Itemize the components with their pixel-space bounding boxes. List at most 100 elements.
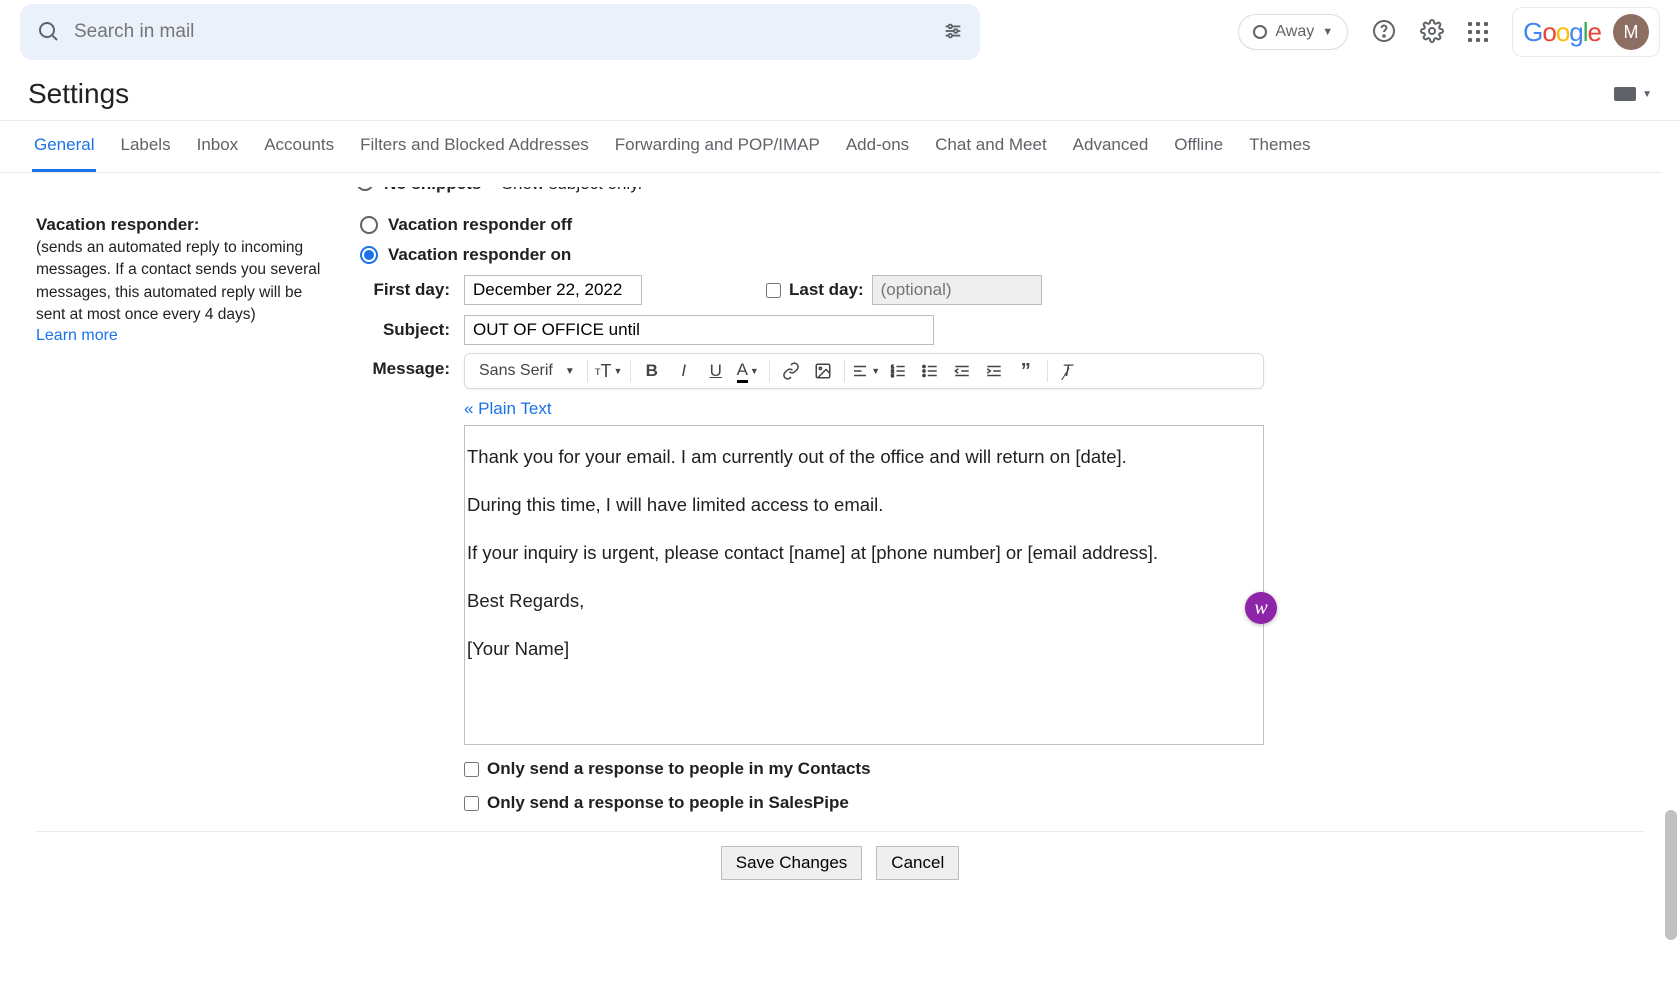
plain-text-toggle[interactable]: « Plain Text (464, 399, 1264, 419)
message-editor[interactable]: Thank you for your email. I am currently… (464, 425, 1264, 745)
contacts-only-checkbox[interactable] (464, 762, 479, 777)
snippets-label: No snippets (384, 187, 481, 194)
chevron-down-icon: ▼ (1322, 26, 1333, 38)
editor-line: [Your Name] (467, 636, 1257, 662)
status-label: Away (1275, 23, 1314, 41)
search-row (20, 4, 1222, 60)
subject-label: Subject: (360, 320, 450, 340)
last-day-label: Last day: (789, 280, 864, 300)
tab-labels[interactable]: Labels (118, 121, 172, 172)
support-icon[interactable] (1372, 19, 1396, 46)
tab-offline[interactable]: Offline (1172, 121, 1225, 172)
apps-grid-icon[interactable] (1468, 22, 1488, 42)
editor-line: If your inquiry is urgent, please contac… (467, 540, 1257, 566)
last-day-block: Last day: (766, 275, 1042, 305)
tab-inbox[interactable]: Inbox (195, 121, 241, 172)
footer-buttons: Save Changes Cancel (36, 831, 1644, 880)
settings-header-row: Settings ▼ (0, 64, 1680, 120)
vacation-responder-section: Vacation responder: (sends an automated … (36, 215, 1644, 813)
vr-on-label: Vacation responder on (388, 245, 571, 265)
learn-more-link[interactable]: Learn more (36, 327, 332, 345)
tab-filters-and-blocked-addresses[interactable]: Filters and Blocked Addresses (358, 121, 591, 172)
tab-accounts[interactable]: Accounts (262, 121, 336, 172)
status-away-icon (1253, 25, 1267, 39)
bullet-list-icon[interactable] (915, 356, 945, 386)
svg-text:3: 3 (891, 373, 894, 378)
scrollbar[interactable] (1662, 170, 1680, 998)
radio-vr-off[interactable] (360, 216, 378, 234)
align-button[interactable]: ▼ (851, 356, 881, 386)
quote-icon[interactable]: ” (1011, 356, 1041, 386)
vr-title: Vacation responder: (36, 215, 332, 235)
vr-on-row[interactable]: Vacation responder on (360, 245, 1644, 265)
vr-form: Vacation responder off Vacation responde… (360, 215, 1644, 813)
subject-row: Subject: (360, 315, 1644, 345)
scrollbar-thumb[interactable] (1665, 810, 1677, 940)
subject-input[interactable] (464, 315, 934, 345)
last-day-checkbox[interactable] (766, 283, 781, 298)
first-day-label: First day: (360, 280, 450, 300)
header-right: Away ▼ Google M (1238, 7, 1660, 57)
link-icon[interactable] (776, 356, 806, 386)
page-title: Settings (28, 78, 129, 110)
input-tools[interactable]: ▼ (1614, 87, 1652, 101)
search-input[interactable] (74, 21, 928, 43)
chevron-down-icon: ▼ (565, 366, 575, 377)
settings-tabs: General Labels Inbox Accounts Filters and Bl… (0, 120, 1680, 173)
bold-button[interactable]: B (637, 356, 667, 386)
vr-off-row[interactable]: Vacation responder off (360, 215, 1644, 235)
extension-badge-icon[interactable]: w (1245, 592, 1277, 624)
search-box[interactable] (20, 4, 980, 60)
indent-more-icon[interactable] (979, 356, 1009, 386)
chevron-down-icon: ▼ (1642, 89, 1652, 100)
tab-themes[interactable]: Themes (1247, 121, 1312, 172)
font-size-button[interactable]: тT▼ (594, 356, 624, 386)
avatar[interactable]: M (1613, 14, 1649, 50)
snippets-setting-partial: No snippets - Show subject only. (356, 187, 1644, 201)
font-name: Sans Serif (479, 362, 553, 380)
contacts-only-label: Only send a response to people in my Con… (487, 759, 871, 779)
radio-vr-on[interactable] (360, 246, 378, 264)
radio-no-snippets[interactable] (356, 187, 374, 191)
gear-icon[interactable] (1420, 19, 1444, 46)
tab-add-ons[interactable]: Add-ons (844, 121, 911, 172)
settings-content: No snippets - Show subject only. Vacatio… (0, 173, 1680, 996)
contacts-only-row[interactable]: Only send a response to people in my Con… (464, 759, 1264, 779)
presence-status-chip[interactable]: Away ▼ (1238, 14, 1348, 50)
message-label: Message: (360, 359, 450, 813)
tab-general[interactable]: General (32, 121, 96, 172)
italic-button[interactable]: I (669, 356, 699, 386)
first-day-row: First day: Last day: (360, 275, 1644, 305)
image-icon[interactable] (808, 356, 838, 386)
indent-less-icon[interactable] (947, 356, 977, 386)
tab-advanced[interactable]: Advanced (1071, 121, 1151, 172)
numbered-list-icon[interactable]: 123 (883, 356, 913, 386)
save-button[interactable]: Save Changes (721, 846, 863, 880)
domain-only-row[interactable]: Only send a response to people in SalesP… (464, 793, 1264, 813)
remove-formatting-icon[interactable]: T⁄ (1054, 356, 1084, 386)
editor-line: Best Regards, (467, 588, 1257, 614)
first-day-input[interactable] (464, 275, 642, 305)
last-day-input[interactable] (872, 275, 1042, 305)
underline-button[interactable]: U (701, 356, 731, 386)
keyboard-icon (1614, 87, 1636, 101)
cancel-button[interactable]: Cancel (876, 846, 959, 880)
section-label: Vacation responder: (sends an automated … (36, 215, 332, 813)
text-color-button[interactable]: A▼ (733, 356, 763, 386)
vr-desc: (sends an automated reply to incoming me… (36, 237, 332, 327)
tab-forwarding-and-pop-imap[interactable]: Forwarding and POP/IMAP (613, 121, 822, 172)
vr-off-label: Vacation responder off (388, 215, 572, 235)
editor-toolbar: Sans Serif ▼ тT▼ B I U A▼ (464, 353, 1264, 389)
tab-chat-and-meet[interactable]: Chat and Meet (933, 121, 1049, 172)
header-bar: Away ▼ Google M (0, 0, 1680, 64)
domain-only-label: Only send a response to people in SalesP… (487, 793, 849, 813)
font-family-select[interactable]: Sans Serif ▼ (473, 356, 581, 386)
search-options-icon[interactable] (942, 20, 964, 45)
snippets-desc: - Show subject only. (491, 187, 642, 194)
domain-only-checkbox[interactable] (464, 796, 479, 811)
account-block[interactable]: Google M (1512, 7, 1660, 57)
editor-line: Thank you for your email. I am currently… (467, 444, 1257, 470)
editor-line: During this time, I will have limited ac… (467, 492, 1257, 518)
google-logo: Google (1523, 17, 1601, 48)
search-icon (36, 19, 60, 46)
